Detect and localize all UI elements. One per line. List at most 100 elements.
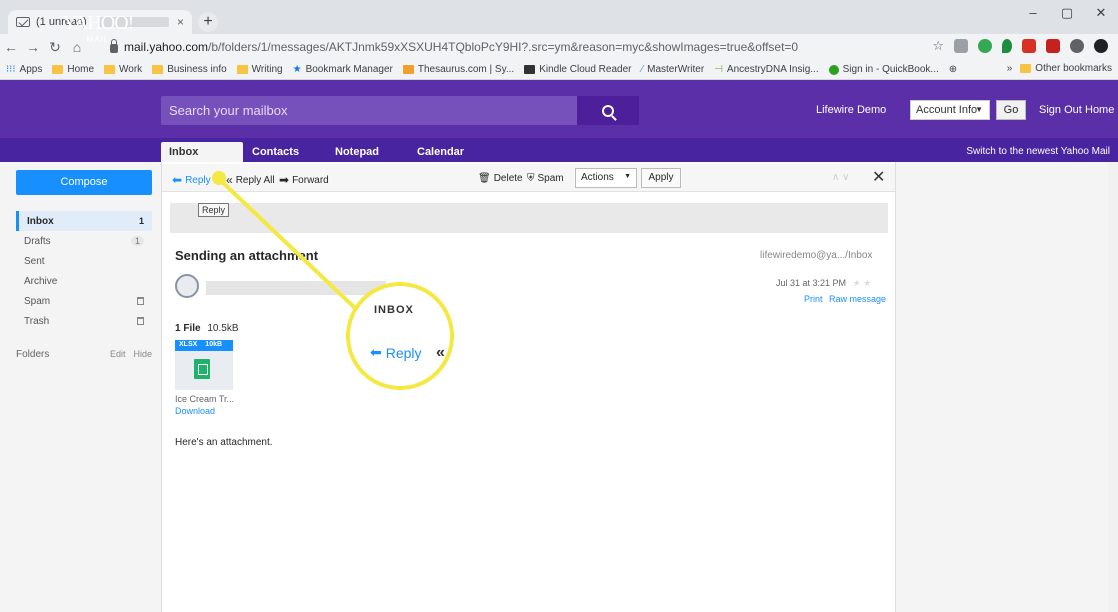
extension-icon[interactable]	[978, 39, 992, 53]
bookmark-business[interactable]: Business info	[152, 64, 227, 75]
folder-label: Drafts	[24, 235, 51, 247]
folder-label: Sent	[24, 255, 45, 267]
search-input[interactable]: Search your mailbox	[161, 96, 577, 125]
globe-icon[interactable]: ⊕	[949, 64, 957, 75]
reply-all-button[interactable]: « Reply All	[226, 173, 275, 187]
folder-icon	[1020, 64, 1032, 73]
tab-close-icon[interactable]: ×	[177, 15, 184, 29]
ancestry-icon: ⊣	[714, 64, 723, 75]
compose-button[interactable]: Compose	[16, 170, 152, 195]
apply-button[interactable]: Apply	[641, 168, 681, 188]
message-folder-path: lifewiredemo@ya.../Inbox	[760, 250, 873, 261]
sidebar-item-archive[interactable]: Archive	[16, 271, 152, 291]
tab-notepad[interactable]: Notepad	[327, 142, 387, 162]
actions-select[interactable]: Actions	[575, 168, 637, 188]
restore-button[interactable]: ▢	[1050, 0, 1084, 28]
extension-icon[interactable]	[1070, 39, 1084, 53]
folder-icon	[104, 65, 116, 74]
extension-icon[interactable]	[954, 39, 968, 53]
tab-calendar[interactable]: Calendar	[409, 142, 472, 162]
print-link[interactable]: Print	[804, 294, 823, 304]
sidebar-item-inbox[interactable]: Inbox 1	[16, 211, 152, 231]
search-icon	[602, 104, 614, 117]
back-icon[interactable]: ←	[0, 39, 22, 55]
other-bookmarks[interactable]: Other bookmarks	[1020, 63, 1112, 74]
bookmark-writing[interactable]: Writing	[236, 64, 283, 75]
print-raw-links: Print Raw message	[804, 294, 886, 304]
message-nav-arrows[interactable]: ∧ ∨	[832, 172, 849, 183]
attachments-summary: 1 File 10.5kB	[175, 323, 239, 334]
folder-icon	[152, 65, 164, 74]
folder-icon	[52, 65, 64, 74]
empty-trash-icon[interactable]	[137, 317, 144, 325]
zoom-callout: INBOX ⬅ Reply «	[346, 282, 454, 390]
bookmark-thesaurus[interactable]: Thesaurus.com | Sy...	[402, 64, 514, 75]
sidebar-item-drafts[interactable]: Drafts 1	[16, 231, 152, 251]
close-message-icon[interactable]: ✕	[872, 167, 885, 187]
bookmark-quickbooks[interactable]: Sign in - QuickBook...	[828, 64, 939, 75]
search-button[interactable]	[577, 96, 639, 125]
tab-inbox[interactable]: Inbox	[161, 142, 243, 162]
folders-header: Folders Edit Hide	[16, 349, 152, 360]
zoom-reply-label: Reply	[385, 344, 422, 361]
raw-message-link[interactable]: Raw message	[829, 294, 886, 304]
spam-label: Spam	[537, 173, 564, 184]
new-tab-button[interactable]: +	[198, 12, 218, 32]
close-window-button[interactable]: ✕	[1084, 0, 1118, 28]
empty-spam-icon[interactable]	[137, 297, 144, 305]
right-pane	[896, 162, 1118, 612]
sender-name-redacted	[206, 281, 386, 295]
delete-button[interactable]: 🗑 Delete	[478, 173, 523, 184]
forward-button[interactable]: ➡ Forward	[279, 173, 329, 187]
go-button[interactable]: Go	[996, 100, 1026, 120]
shield-icon: ⛨	[527, 173, 535, 184]
bookmark-apps[interactable]: ⁝⁝⁝ Apps	[6, 64, 42, 75]
account-info-select[interactable]: Account Info	[910, 100, 990, 120]
switch-new-mail-link[interactable]: Switch to the newest Yahoo Mail	[966, 146, 1110, 157]
bookmark-masterwriter[interactable]: ⁄ MasterWriter	[641, 64, 704, 75]
message-body: Here's an attachment.	[175, 437, 273, 448]
bookmark-star-icon[interactable]: ☆	[932, 38, 944, 54]
tab-contacts[interactable]: Contacts	[244, 142, 307, 162]
flag-star-icon[interactable]: ★ ★	[853, 278, 872, 288]
window-controls: – ▢ ✕	[1016, 0, 1118, 28]
sign-out-link[interactable]: Sign Out	[1039, 104, 1082, 116]
files-count: 1 File	[175, 323, 201, 334]
reply-button[interactable]: ⬅ Reply	[172, 173, 211, 187]
message-header-band	[170, 203, 888, 233]
download-link[interactable]: Download	[175, 406, 215, 416]
minimize-button[interactable]: –	[1016, 0, 1050, 28]
bookmark-manager[interactable]: ★ Bookmark Manager	[293, 64, 393, 75]
bookmarks-overflow-icon[interactable]: »	[1007, 63, 1013, 74]
sidebar-item-trash[interactable]: Trash	[16, 311, 152, 331]
bookmark-kindle[interactable]: Kindle Cloud Reader	[524, 64, 631, 75]
forward-icon: ➡	[279, 173, 290, 187]
bookmark-work[interactable]: Work	[104, 64, 142, 75]
home-link[interactable]: Home	[1085, 104, 1114, 116]
quickbooks-icon	[828, 64, 839, 75]
folder-label: Spam	[24, 295, 51, 307]
address-bar[interactable]: mail.yahoo.com/b/folders/1/messages/AKTJ…	[110, 37, 910, 57]
callout-dot	[212, 171, 226, 185]
reply-icon: ⬅	[370, 344, 382, 360]
extension-icon[interactable]	[1002, 39, 1012, 53]
extension-icon[interactable]	[1046, 39, 1060, 53]
yahoo-logo[interactable]: YAHOO!	[58, 12, 138, 35]
masterwriter-icon: ⁄	[641, 64, 644, 75]
zoom-inbox-text: INBOX	[374, 304, 414, 316]
sidebar-item-sent[interactable]: Sent	[16, 251, 152, 271]
unread-count: 1	[138, 216, 144, 226]
scrollbar[interactable]	[1108, 162, 1118, 612]
extension-icon[interactable]	[1022, 39, 1036, 53]
spam-button[interactable]: ⛨ Spam	[527, 173, 564, 184]
attachment-type: XLSX	[179, 341, 198, 348]
bookmark-ancestry[interactable]: ⊣ AncestryDNA Insig...	[714, 64, 818, 75]
kindle-icon	[524, 65, 536, 74]
sidebar-item-spam[interactable]: Spam	[16, 291, 152, 311]
forward-icon[interactable]: →	[22, 39, 44, 55]
folders-edit-link[interactable]: Edit	[110, 349, 126, 360]
bookmark-home[interactable]: Home	[52, 64, 94, 75]
profile-avatar[interactable]	[1094, 39, 1108, 53]
attachment-name[interactable]: Ice Cream Tr...	[175, 394, 234, 404]
folders-hide-link[interactable]: Hide	[133, 349, 152, 360]
